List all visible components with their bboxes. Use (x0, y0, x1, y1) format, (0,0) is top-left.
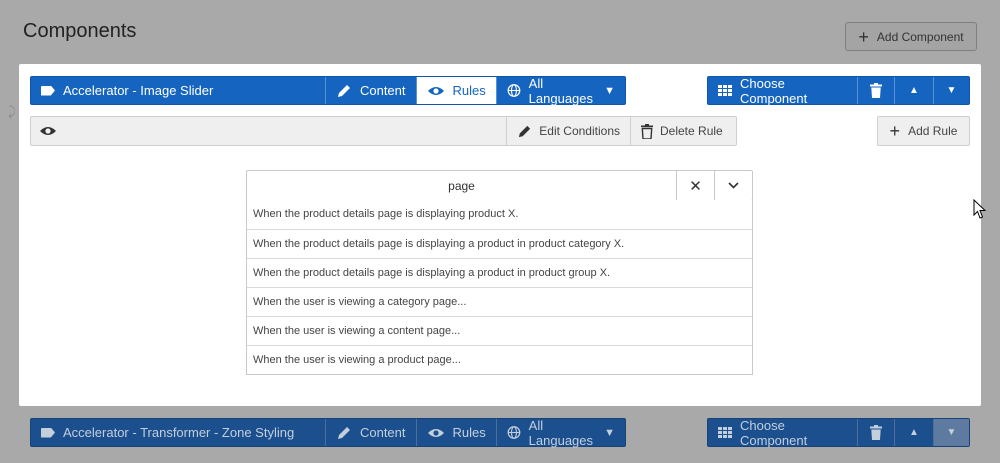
chevron-up-icon: ▲ (909, 85, 919, 96)
choose-component-button[interactable]: Choose Component (708, 76, 857, 106)
rule-row: Edit Conditions Delete Rule (30, 116, 737, 146)
close-icon: ✕ (689, 177, 702, 195)
condition-option[interactable]: When the user is viewing a category page… (247, 287, 752, 316)
grid-icon (718, 85, 732, 96)
drag-handle-icon[interactable]: ⤸ (8, 104, 16, 120)
component-name[interactable]: Accelerator - Image Slider (31, 77, 325, 104)
delete-component-button[interactable] (857, 77, 894, 104)
tab-rules[interactable]: Rules (415, 77, 496, 104)
pencil-icon (519, 125, 531, 137)
mouse-cursor-icon (973, 199, 987, 219)
component-panel: Accelerator - Image Slider Content Rules… (19, 64, 981, 406)
rule-summary[interactable] (31, 117, 506, 145)
component-actions: Choose Component ▲ ▼ (707, 76, 970, 106)
eye-icon (427, 428, 444, 437)
tab-content[interactable]: Content (324, 419, 416, 446)
edit-conditions-button[interactable]: Edit Conditions (506, 117, 630, 145)
move-up-button[interactable]: ▲ (894, 419, 933, 446)
delete-rule-button[interactable]: Delete Rule (630, 117, 736, 145)
chevron-up-icon: ▲ (909, 427, 919, 438)
eye-icon (427, 86, 444, 95)
tag-icon (41, 427, 55, 438)
trash-icon (870, 83, 882, 98)
chevron-down-icon: ▼ (946, 427, 957, 438)
chevron-down-icon: ▼ (604, 84, 615, 97)
globe-icon (507, 84, 521, 97)
tab-content[interactable]: Content (324, 77, 416, 104)
chevron-down-icon (728, 182, 739, 189)
expand-button[interactable]: ▼ (933, 77, 969, 104)
plus-icon: + (858, 26, 869, 47)
clear-search-button[interactable]: ✕ (676, 171, 714, 200)
choose-component-button[interactable]: Choose Component (708, 418, 857, 448)
add-component-label: Add Component (876, 29, 964, 44)
add-rule-button[interactable]: + Add Rule (877, 116, 970, 146)
pencil-icon (337, 84, 350, 97)
dropdown-toggle-button[interactable] (714, 171, 752, 200)
eye-icon (40, 127, 56, 135)
tab-rules[interactable]: Rules (415, 419, 496, 446)
condition-search-input[interactable] (247, 171, 676, 200)
delete-component-button[interactable] (857, 419, 894, 446)
add-component-button[interactable]: + Add Component (845, 22, 977, 51)
language-select[interactable]: All Languages ▼ (495, 418, 625, 448)
condition-option[interactable]: When the user is viewing a content page.… (247, 316, 752, 345)
trash-icon (870, 425, 882, 440)
condition-combobox: ✕ (246, 170, 753, 201)
globe-icon (507, 426, 521, 439)
chevron-down-icon: ▼ (946, 85, 957, 96)
tag-icon (41, 85, 55, 96)
component-toolbar: Accelerator - Image Slider Content Rules… (30, 76, 626, 106)
move-down-button[interactable]: ▼ (933, 419, 969, 446)
condition-option[interactable]: When the product details page is display… (247, 229, 752, 258)
page-title: Components (23, 20, 137, 42)
grid-icon (718, 427, 732, 438)
pencil-icon (337, 426, 350, 439)
component-name[interactable]: Accelerator - Transformer - Zone Styling (31, 419, 325, 446)
plus-icon: + (889, 121, 901, 141)
language-select[interactable]: All Languages ▼ (495, 76, 625, 106)
condition-option[interactable]: When the user is viewing a product page.… (247, 345, 752, 374)
condition-option[interactable]: When the product details page is display… (247, 200, 752, 229)
component-actions-2: Choose Component ▲ ▼ (707, 418, 970, 448)
move-up-button[interactable]: ▲ (894, 77, 933, 104)
condition-options-list: When the product details page is display… (246, 200, 753, 375)
component-toolbar-2: Accelerator - Transformer - Zone Styling… (30, 418, 626, 448)
chevron-down-icon: ▼ (604, 426, 615, 439)
trash-icon (641, 123, 653, 139)
condition-option[interactable]: When the product details page is display… (247, 258, 752, 287)
